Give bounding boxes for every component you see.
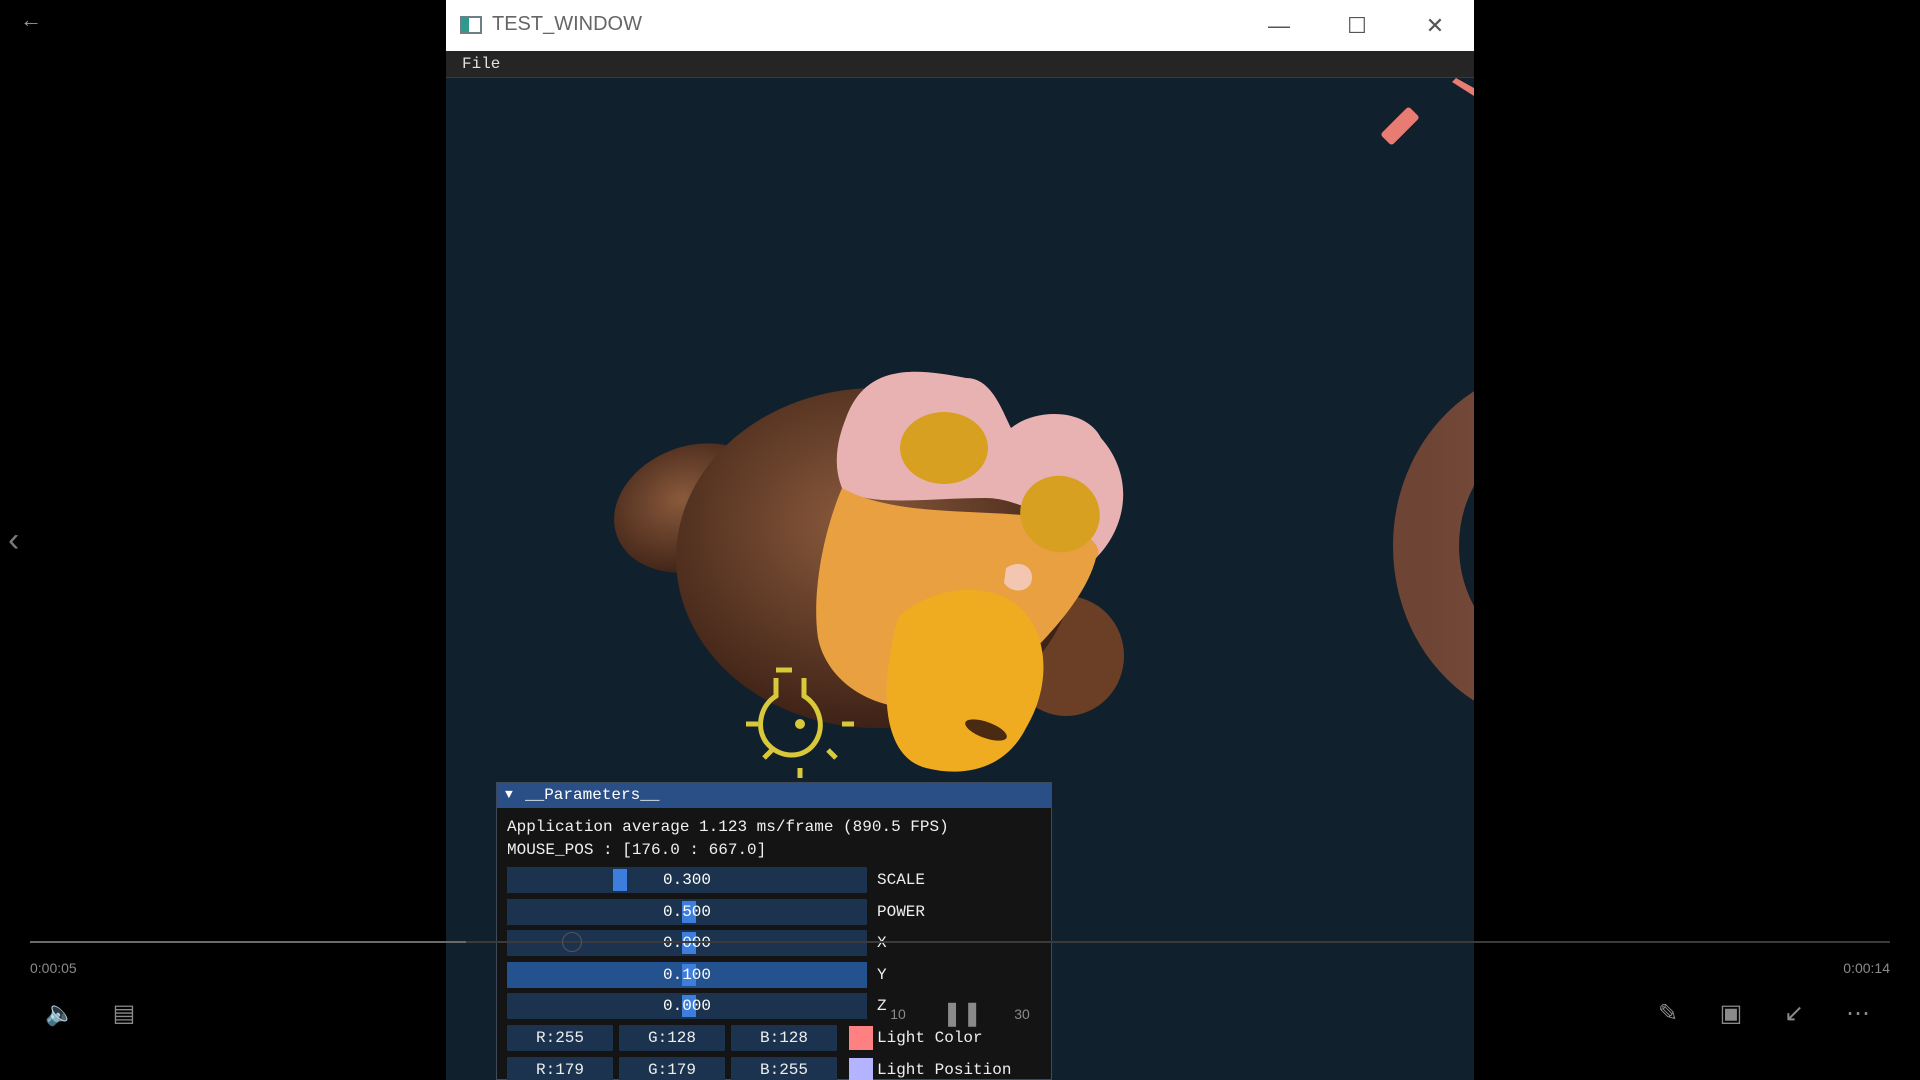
small-object: [1381, 107, 1419, 145]
title-bar[interactable]: TEST_WINDOW — ☐ ✕: [446, 0, 1474, 51]
app-average-text: Application average 1.123 ms/frame (890.…: [507, 818, 949, 836]
edge-object: [1452, 78, 1474, 96]
x-label: X: [877, 934, 887, 952]
seek-thumb[interactable]: [562, 932, 582, 952]
light-position-r[interactable]: R:179: [507, 1057, 613, 1080]
volume-icon[interactable]: 🔈: [42, 996, 78, 1032]
skip-forward-icon[interactable]: 30: [1004, 996, 1040, 1032]
subtitles-icon[interactable]: ▤: [106, 996, 142, 1032]
power-label: POWER: [877, 903, 926, 921]
pause-icon[interactable]: ❚❚: [942, 996, 982, 1032]
light-position-b[interactable]: B:255: [731, 1057, 837, 1080]
current-time: 0:00:05: [30, 960, 77, 976]
parameters-title: __Parameters__: [525, 786, 660, 804]
menu-file[interactable]: File: [462, 55, 500, 73]
close-icon[interactable]: ✕: [1396, 0, 1474, 51]
y-label: Y: [877, 966, 887, 984]
monkey-model: [614, 371, 1124, 772]
maximize-icon[interactable]: ☐: [1318, 0, 1396, 51]
light-color-g[interactable]: G:128: [619, 1025, 725, 1051]
power-slider[interactable]: 0.500: [507, 899, 867, 925]
light-color-r[interactable]: R:255: [507, 1025, 613, 1051]
parameters-panel: ▼ __Parameters__ Application average 1.1…: [496, 782, 1052, 1080]
window-title: TEST_WINDOW: [492, 13, 642, 35]
collapse-triangle-icon[interactable]: ▼: [505, 787, 513, 802]
y-slider[interactable]: 0.100: [507, 962, 867, 988]
back-arrow-icon[interactable]: ←: [20, 8, 44, 32]
scale-slider[interactable]: 0.300: [507, 867, 867, 893]
mini-view-icon[interactable]: ▣: [1713, 996, 1749, 1032]
x-slider[interactable]: 0.000: [507, 930, 867, 956]
scale-label: SCALE: [877, 871, 926, 889]
z-slider[interactable]: 0.000: [507, 993, 867, 1019]
torus-model: [1393, 391, 1474, 701]
more-options-icon[interactable]: ⋯: [1840, 996, 1876, 1032]
minimize-icon[interactable]: —: [1240, 0, 1318, 51]
mouse-pos-text: MOUSE_POS : [176.0 : 667.0]: [507, 841, 767, 859]
total-time: 0:00:14: [1843, 960, 1890, 976]
light-position-label: Light Position: [877, 1061, 1012, 1079]
light-color-swatch[interactable]: [849, 1026, 873, 1050]
seek-progress: [30, 941, 466, 943]
light-position-g[interactable]: G:179: [619, 1057, 725, 1080]
edit-pencil-icon[interactable]: ✎: [1650, 996, 1686, 1032]
parameters-header[interactable]: ▼ __Parameters__: [497, 783, 1051, 808]
previous-chevron-icon[interactable]: ‹: [8, 520, 32, 560]
menu-bar: File: [446, 51, 1474, 78]
light-color-b[interactable]: B:128: [731, 1025, 837, 1051]
skip-back-icon[interactable]: 10: [880, 996, 916, 1032]
app-icon: [460, 16, 482, 34]
exit-fullscreen-icon[interactable]: ↙: [1776, 996, 1812, 1032]
light-position-swatch[interactable]: [849, 1058, 873, 1080]
app-window: TEST_WINDOW — ☐ ✕ File ▼ __Parameters__ …: [446, 0, 1474, 1080]
